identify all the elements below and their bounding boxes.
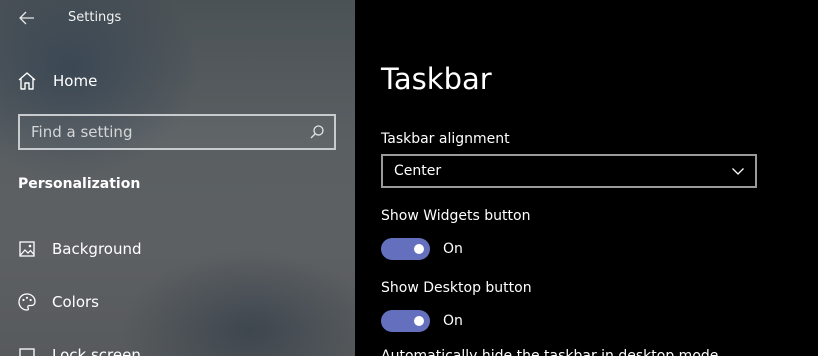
sidebar-item-colors[interactable]: Colors: [16, 287, 336, 317]
widgets-label: Show Widgets button: [381, 208, 531, 224]
title-bar: Settings: [0, 0, 355, 36]
desktop-toggle[interactable]: [381, 310, 430, 332]
desktop-toggle-row: On: [381, 310, 463, 332]
sidebar-item-lock-screen[interactable]: Lock screen: [16, 340, 336, 356]
auto-hide-label: Automatically hide the taskbar in deskto…: [381, 348, 719, 356]
alignment-dropdown[interactable]: Center: [381, 154, 757, 188]
toggle-knob: [414, 316, 424, 326]
search-input[interactable]: [20, 123, 300, 141]
back-button[interactable]: [14, 6, 40, 30]
widgets-toggle[interactable]: [381, 238, 430, 260]
search-icon[interactable]: [308, 123, 326, 141]
toggle-knob: [414, 244, 424, 254]
widgets-state: On: [443, 241, 463, 257]
back-arrow-icon: [19, 11, 34, 25]
desktop-label: Show Desktop button: [381, 280, 532, 296]
sidebar-item-home[interactable]: Home: [16, 66, 336, 96]
page-title: Taskbar: [381, 62, 492, 96]
section-title: Personalization: [18, 176, 141, 192]
home-icon: [16, 70, 38, 92]
main-content: Taskbar Taskbar alignment Center Show Wi…: [355, 0, 818, 356]
search-box[interactable]: [18, 114, 336, 150]
image-icon: [16, 238, 38, 260]
palette-icon: [16, 291, 38, 313]
lock-screen-icon: [16, 344, 38, 356]
sidebar-item-label: Colors: [52, 293, 99, 311]
alignment-label: Taskbar alignment: [381, 131, 510, 147]
sidebar-item-label: Background: [52, 240, 142, 258]
home-label: Home: [53, 72, 98, 90]
dropdown-value: Center: [394, 163, 442, 179]
sidebar: Settings Home Personalization Background: [0, 0, 355, 356]
sidebar-item-background[interactable]: Background: [16, 234, 336, 264]
sidebar-item-label: Lock screen: [52, 346, 141, 356]
app-title: Settings: [68, 10, 122, 25]
widgets-toggle-row: On: [381, 238, 463, 260]
desktop-state: On: [443, 313, 463, 329]
chevron-down-icon: [732, 168, 744, 175]
